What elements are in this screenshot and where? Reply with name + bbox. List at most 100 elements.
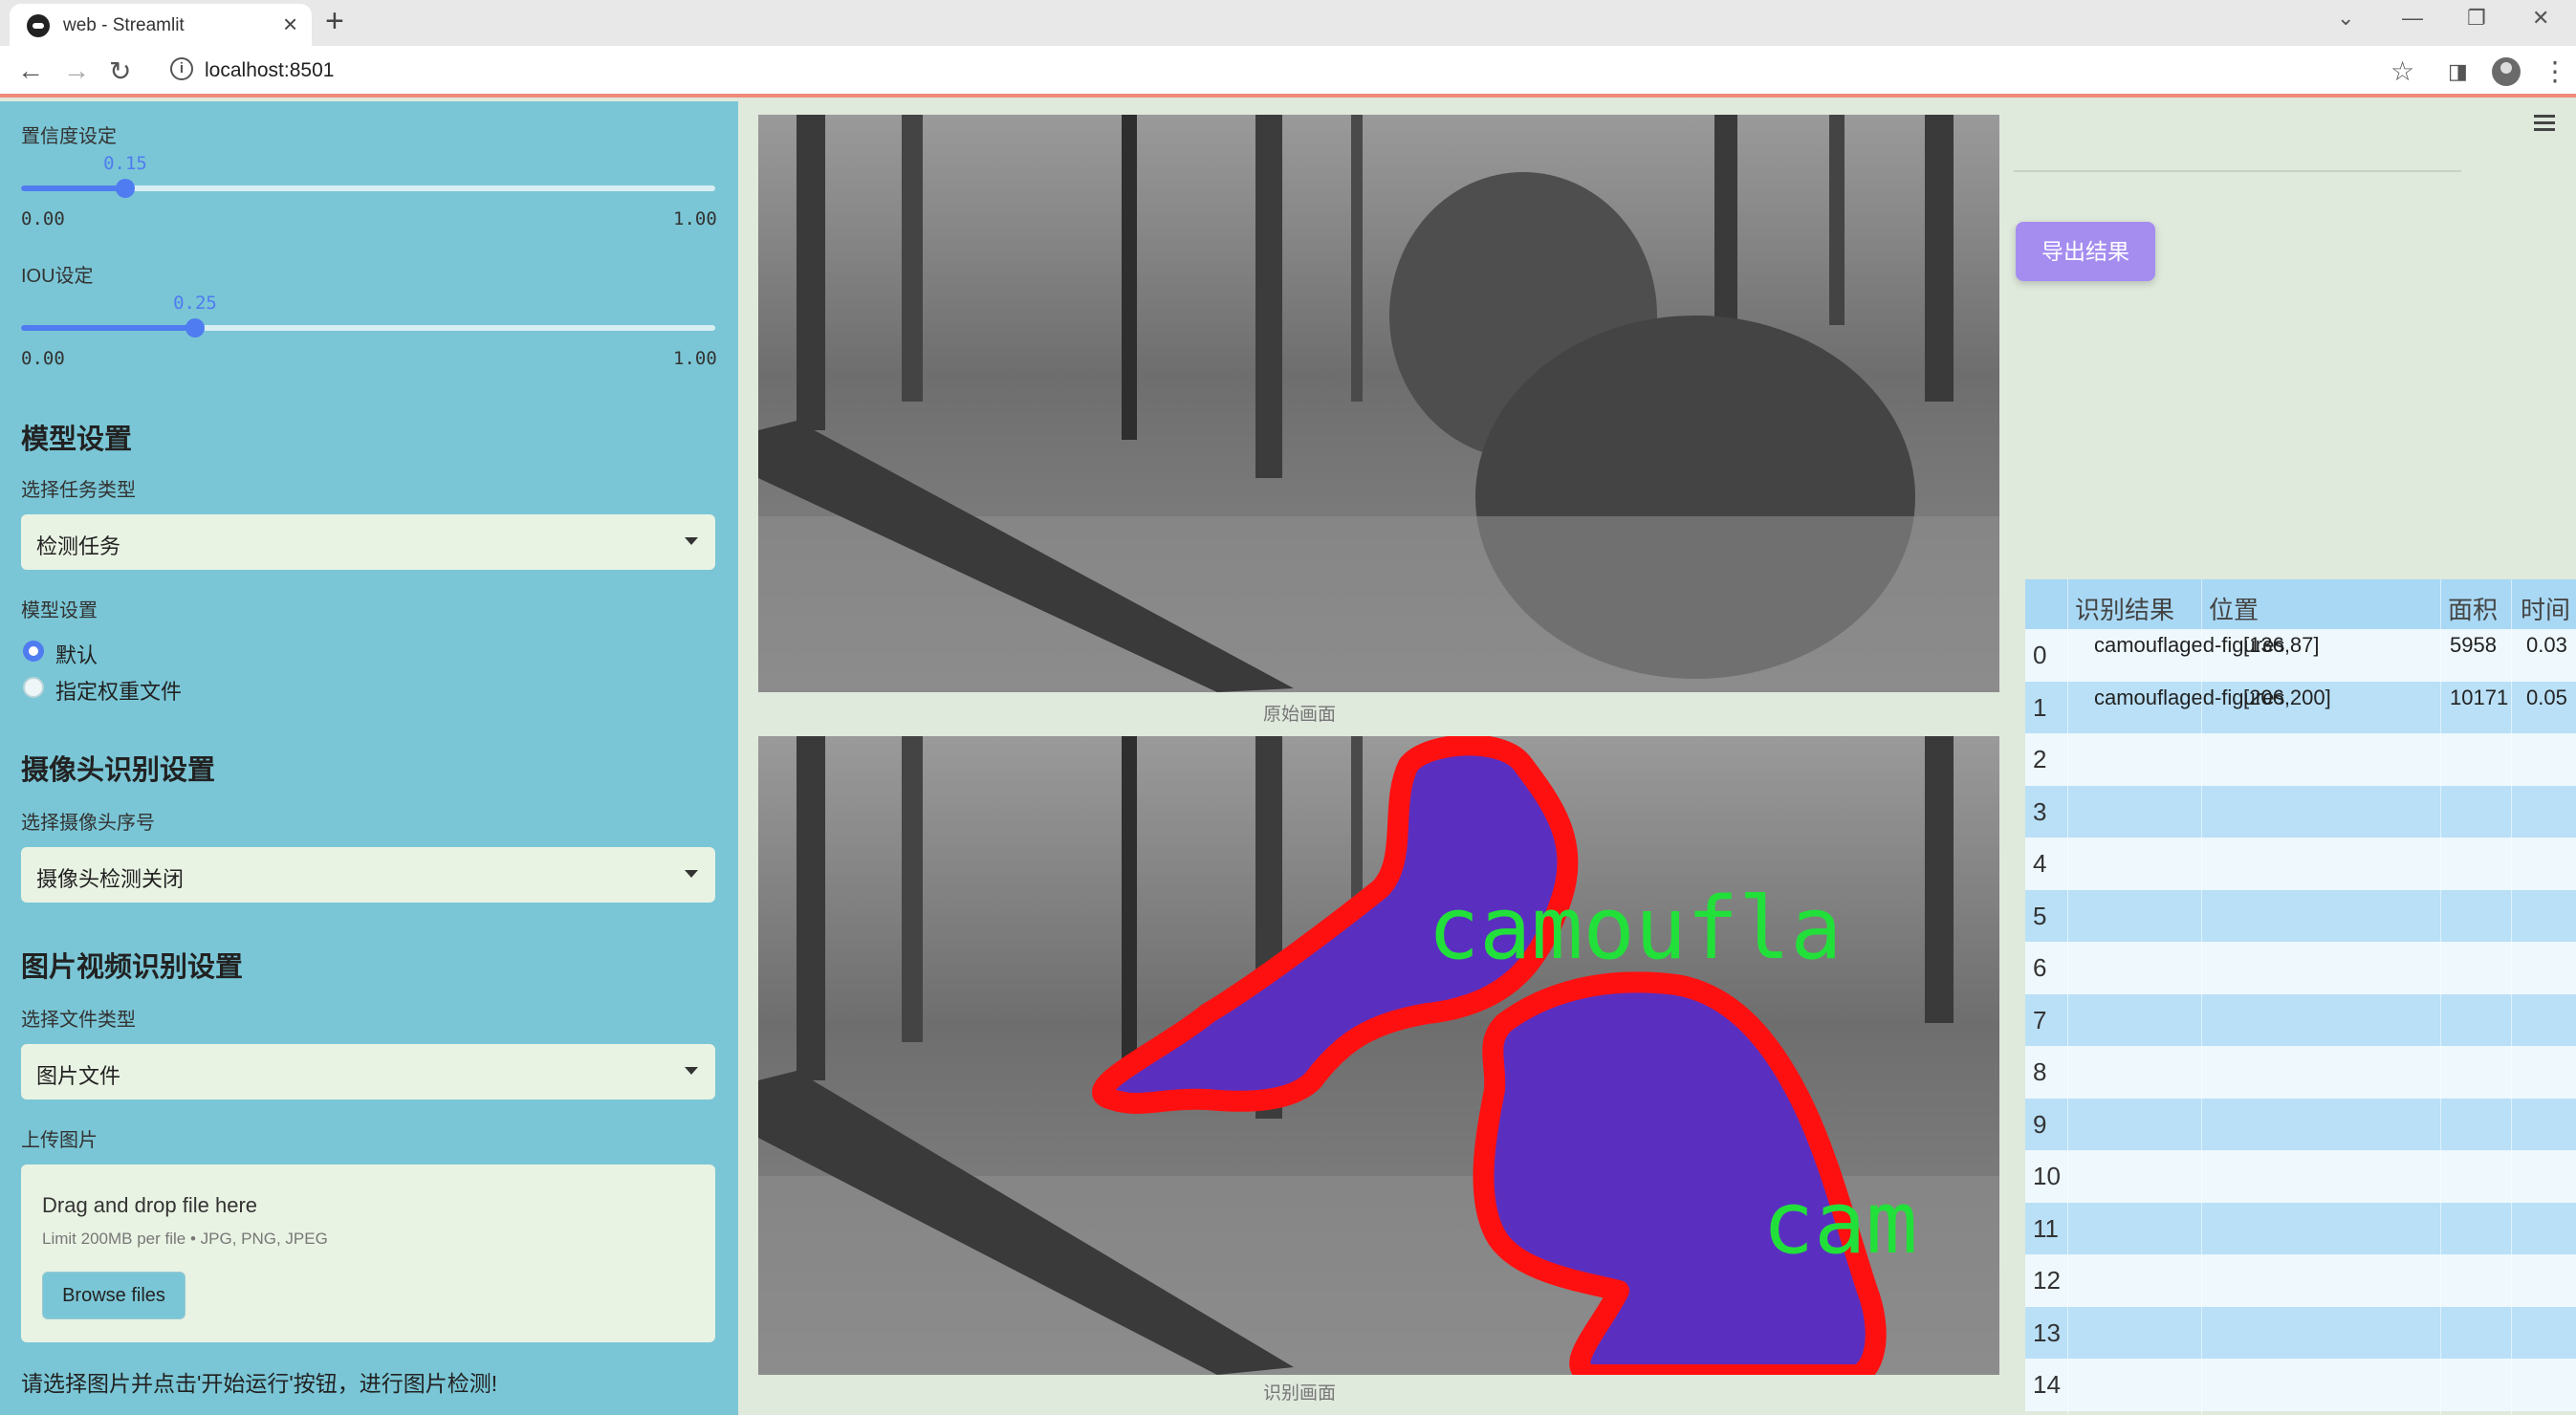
confidence-min: 0.00 [21, 208, 65, 229]
table-row[interactable]: 5 [2025, 889, 2576, 942]
upload-label: 上传图片 [21, 1130, 98, 1151]
row-index: 2 [2033, 745, 2047, 773]
table-row[interactable]: 2 [2025, 733, 2576, 786]
confidence-max: 1.00 [673, 208, 717, 229]
close-tab-icon[interactable]: × [283, 10, 297, 39]
model-setting-label: 模型设置 [21, 600, 98, 621]
file-type-select[interactable]: 图片文件 [21, 1044, 715, 1099]
camera-select[interactable]: 摄像头检测关闭 [21, 847, 715, 903]
table-row[interactable]: 3 [2025, 785, 2576, 838]
radio-default-label[interactable]: 默认 [55, 639, 98, 669]
table-row[interactable]: 10 [2025, 1150, 2576, 1203]
reload-icon[interactable]: ↻ [109, 55, 131, 87]
row-index: 10 [2033, 1162, 2061, 1190]
table-row[interactable]: 14 [2025, 1359, 2576, 1411]
table-row[interactable]: 1 camouflaged-figures [206,200] 10171 0.05 [2025, 681, 2576, 733]
column-divider [2511, 579, 2512, 1415]
radio-custom-weights-label[interactable]: 指定权重文件 [55, 675, 182, 706]
confidence-slider-fill [21, 185, 125, 191]
camera-value: 摄像头检测关闭 [36, 867, 185, 891]
browser-tab-bar: web - Streamlit × + ⌄ — ❐ ✕ [0, 0, 2576, 46]
task-type-label: 选择任务类型 [21, 480, 136, 501]
tab-search-icon[interactable]: ⌄ [2337, 6, 2354, 31]
iou-slider-thumb[interactable] [186, 318, 205, 337]
iou-slider[interactable]: 0.25 [21, 293, 715, 337]
task-type-value: 检测任务 [36, 534, 121, 558]
profile-avatar-icon[interactable] [2492, 57, 2521, 86]
camera-index-label: 选择摄像头序号 [21, 813, 155, 834]
radio-default[interactable] [23, 641, 44, 662]
hamburger-menu-icon[interactable] [2534, 115, 2555, 132]
table-row[interactable]: 8 [2025, 1046, 2576, 1099]
iou-label: IOU设定 [21, 266, 94, 287]
confidence-slider[interactable]: 0.15 [21, 153, 715, 198]
task-type-select[interactable]: 检测任务 [21, 514, 715, 570]
table-header: 识别结果 位置 面积 时间 [2025, 579, 2576, 629]
divider [2014, 170, 2461, 172]
radio-custom-weights[interactable] [23, 677, 44, 698]
forward-icon[interactable]: → [63, 55, 90, 86]
dropzone-limit: Limit 200MB per file • JPG, PNG, JPEG [42, 1230, 328, 1248]
result-image: camoufla cam [758, 736, 1999, 1375]
browse-files-button[interactable]: Browse files [42, 1272, 186, 1319]
confidence-label: 置信度设定 [21, 126, 117, 147]
row-index: 13 [2033, 1317, 2061, 1347]
new-tab-icon[interactable]: + [325, 3, 344, 40]
result-caption: 识别画面 [1262, 1383, 1336, 1404]
export-results-button[interactable]: 导出结果 [2016, 222, 2155, 281]
url-field[interactable]: localhost:8501 [205, 59, 334, 82]
row-area: 5958 [2450, 633, 2497, 657]
header-time[interactable]: 时间 [2521, 591, 2570, 626]
browser-menu-icon[interactable]: ⋮ [2542, 55, 2568, 87]
original-image [758, 115, 1999, 692]
forest-photo [758, 115, 1999, 692]
minimize-icon[interactable]: — [2402, 6, 2423, 31]
original-caption: 原始画面 [1262, 705, 1336, 725]
model-settings-heading: 模型设置 [21, 424, 133, 455]
confidence-slider-thumb[interactable] [116, 179, 135, 198]
site-info-icon[interactable]: i [170, 57, 193, 80]
close-window-icon[interactable]: ✕ [2532, 6, 2549, 31]
row-time: 0.05 [2526, 685, 2567, 709]
media-settings-heading: 图片视频识别设置 [21, 952, 244, 983]
table-row[interactable]: 13 [2025, 1306, 2576, 1359]
streamlit-favicon-icon [27, 14, 50, 37]
header-area[interactable]: 面积 [2448, 591, 2498, 626]
column-divider [2201, 579, 2202, 1415]
column-divider [2440, 579, 2441, 1415]
back-icon[interactable]: ← [17, 55, 44, 86]
side-panel-icon[interactable]: ◨ [2448, 59, 2468, 84]
bookmark-star-icon[interactable]: ☆ [2390, 55, 2414, 87]
file-type-value: 图片文件 [36, 1064, 121, 1088]
table-row[interactable]: 6 [2025, 942, 2576, 994]
file-uploader-dropzone[interactable]: Drag and drop file here Limit 200MB per … [21, 1165, 715, 1342]
row-index: 4 [2033, 849, 2047, 878]
row-position: [136,87] [2243, 633, 2320, 657]
table-row[interactable]: 11 [2025, 1202, 2576, 1254]
table-row[interactable]: 4 [2025, 838, 2576, 890]
table-row[interactable]: 12 [2025, 1254, 2576, 1307]
row-index: 0 [2033, 641, 2047, 669]
header-position[interactable]: 位置 [2209, 591, 2259, 626]
row-index: 9 [2033, 1109, 2047, 1139]
table-row[interactable]: 9 [2025, 1098, 2576, 1150]
header-result[interactable]: 识别结果 [2075, 591, 2174, 626]
column-divider [2067, 579, 2068, 1415]
results-table: 识别结果 位置 面积 时间 0 camouflaged-figures [136,8… [2025, 579, 2576, 1415]
restore-icon[interactable]: ❐ [2467, 6, 2486, 31]
instruction-text: 请选择图片并点击'开始运行'按钮，进行图片检测! [21, 1371, 498, 1396]
row-position: [206,200] [2243, 685, 2331, 709]
browser-tab[interactable]: web - Streamlit × [10, 4, 312, 46]
row-index: 3 [2033, 796, 2047, 826]
row-index: 14 [2033, 1370, 2061, 1399]
file-type-label: 选择文件类型 [21, 1010, 136, 1031]
row-area: 10171 [2450, 685, 2509, 709]
table-row[interactable]: 7 [2025, 993, 2576, 1046]
overlay-label-1: camoufla [1428, 879, 1842, 979]
table-row[interactable]: 0 camouflaged-figures [136,87] 5958 0.03 [2025, 629, 2576, 682]
row-index: 5 [2033, 901, 2047, 930]
camera-settings-heading: 摄像头识别设置 [21, 755, 216, 786]
row-index: 12 [2033, 1266, 2061, 1295]
sidebar: 置信度设定 0.15 0.00 1.00 IOU设定 0.25 0.00 1.0… [0, 101, 738, 1415]
row-time: 0.03 [2526, 633, 2567, 657]
